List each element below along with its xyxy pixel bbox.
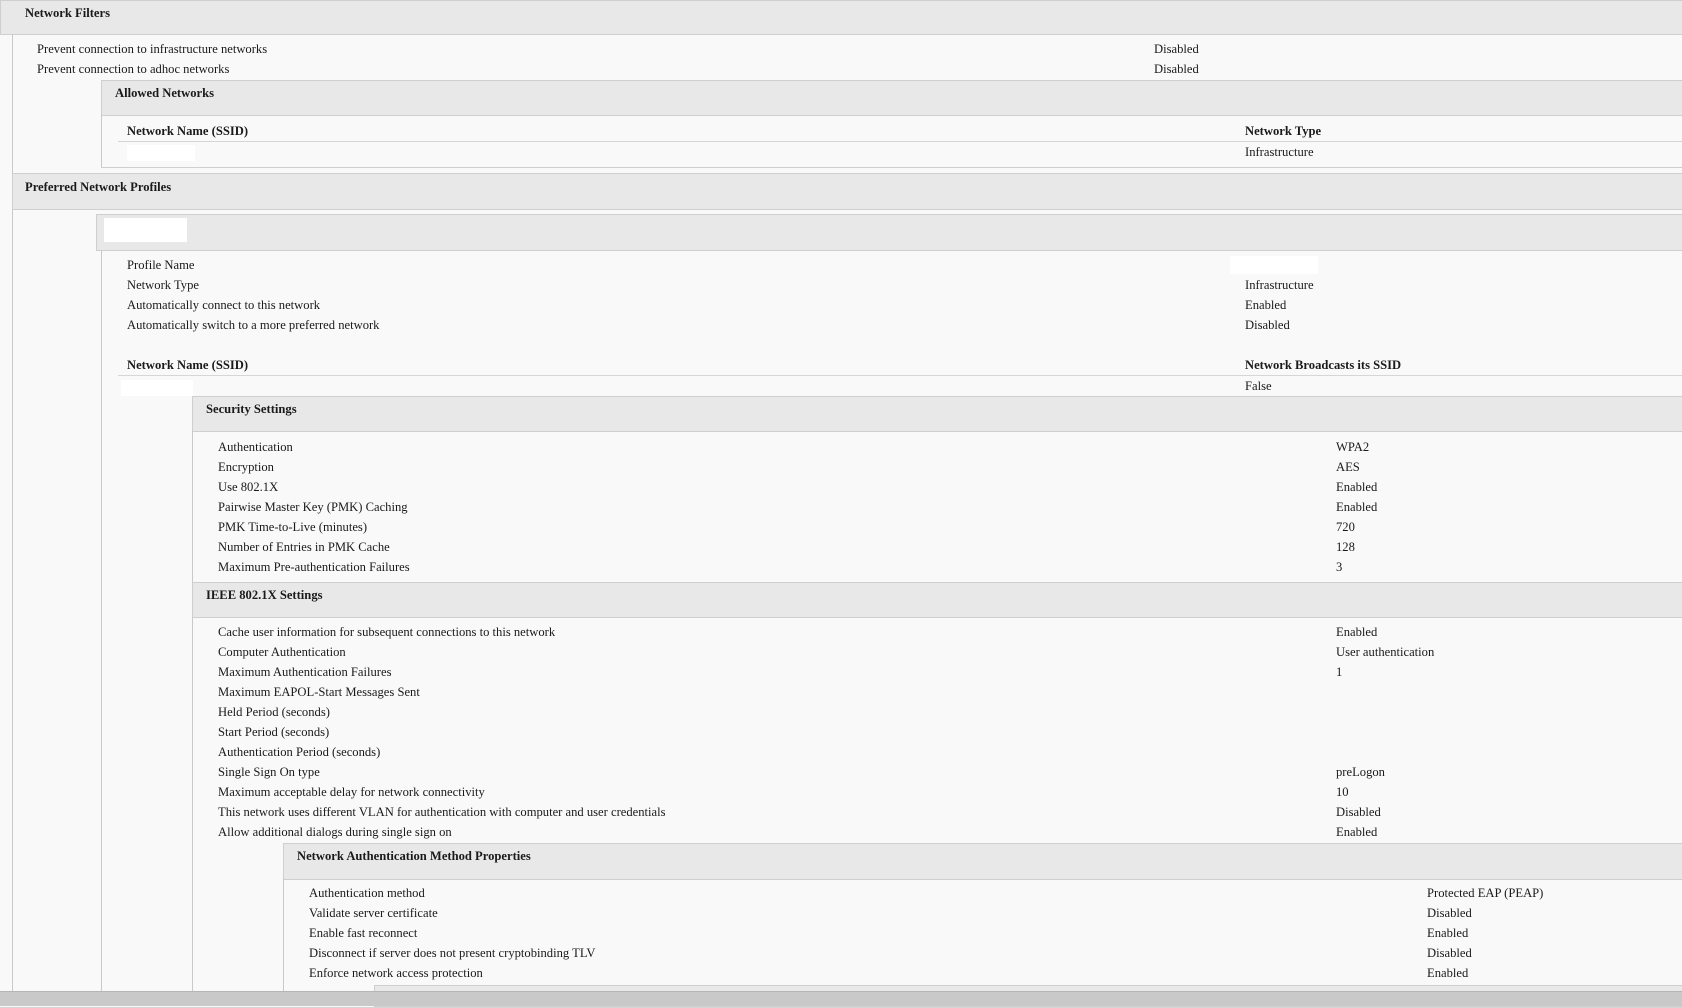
filter-adhoc-value: Disabled (1154, 62, 1199, 76)
security-8021x-value: Enabled (1336, 480, 1378, 494)
profile-name-label: Profile Name (127, 258, 195, 272)
allowed-row-type: Infrastructure (1245, 145, 1314, 159)
preferred-profiles-header[interactable] (12, 173, 1682, 210)
profile-broadcast-value: False (1245, 379, 1272, 393)
auth-method-properties-title: Network Authentication Method Properties (297, 849, 531, 863)
divider (118, 375, 1682, 376)
security-8021x-label: Use 802.1X (218, 480, 279, 494)
profile-auto-connect-label: Automatically connect to this network (127, 298, 321, 312)
security-authentication-value: WPA2 (1336, 440, 1370, 454)
ieee-settings-header[interactable] (192, 582, 1682, 618)
profile-auto-connect-value: Enabled (1245, 298, 1287, 312)
network-filters-header[interactable] (0, 0, 1682, 35)
profile-col-ssid: Network Name (SSID) (127, 358, 249, 372)
security-pmk-entries-value: 128 (1336, 540, 1355, 554)
ieee-additional-dialogs-label: Allow additional dialogs during single s… (218, 825, 452, 839)
ieee-additional-dialogs-value: Enabled (1336, 825, 1378, 839)
redacted-profile-title (104, 218, 187, 242)
ieee-max-delay-value: 10 (1336, 785, 1349, 799)
filter-infrastructure-label: Prevent connection to infrastructure net… (37, 42, 268, 56)
ieee-max-eapol-label: Maximum EAPOL-Start Messages Sent (218, 685, 420, 699)
redacted-ssid (127, 145, 195, 161)
divider (101, 250, 102, 992)
ieee-vlan-value: Disabled (1336, 805, 1381, 819)
divider (101, 114, 102, 168)
allowed-col-ssid: Network Name (SSID) (127, 124, 249, 138)
security-pmk-ttl-label: PMK Time-to-Live (minutes) (218, 520, 368, 534)
security-settings-title: Security Settings (206, 402, 297, 416)
nap-value: Enabled (1427, 966, 1469, 980)
profile-col-broadcast: Network Broadcasts its SSID (1245, 358, 1402, 372)
profile-network-type-label: Network Type (127, 278, 199, 292)
ieee-auth-period-label: Authentication Period (seconds) (218, 745, 381, 759)
ieee-max-auth-failures-label: Maximum Authentication Failures (218, 665, 392, 679)
validate-cert-label: Validate server certificate (309, 906, 438, 920)
divider (101, 167, 1682, 168)
ieee-cache-user-value: Enabled (1336, 625, 1378, 639)
divider (283, 878, 284, 992)
auth-method-value: Protected EAP (PEAP) (1427, 886, 1544, 900)
ieee-vlan-label: This network uses different VLAN for aut… (218, 805, 666, 819)
auth-method-label: Authentication method (309, 886, 425, 900)
profile-auto-switch-label: Automatically switch to a more preferred… (127, 318, 380, 332)
allowed-col-type: Network Type (1245, 124, 1322, 138)
fast-reconnect-value: Enabled (1427, 926, 1469, 940)
security-preauth-failures-value: 3 (1336, 560, 1343, 574)
allowed-networks-header[interactable] (101, 80, 1682, 116)
redacted-profile-name (1230, 256, 1318, 274)
security-preauth-failures-label: Maximum Pre-authentication Failures (218, 560, 410, 574)
ieee-cache-user-label: Cache user information for subsequent co… (218, 625, 556, 639)
preferred-profiles-title: Preferred Network Profiles (25, 180, 172, 194)
ieee-held-period-label: Held Period (seconds) (218, 705, 330, 719)
security-pmk-ttl-value: 720 (1336, 520, 1355, 534)
network-filters-title: Network Filters (25, 6, 110, 20)
ieee-start-period-label: Start Period (seconds) (218, 725, 330, 739)
ieee-computer-auth-label: Computer Authentication (218, 645, 346, 659)
security-pmk-caching-label: Pairwise Master Key (PMK) Caching (218, 500, 408, 514)
cryptobinding-value: Disabled (1427, 946, 1472, 960)
ieee-settings-title: IEEE 802.1X Settings (206, 588, 323, 602)
divider (192, 430, 193, 992)
divider (118, 141, 1682, 142)
profile-auto-switch-value: Disabled (1245, 318, 1290, 332)
filter-adhoc-label: Prevent connection to adhoc networks (37, 62, 230, 76)
ieee-max-delay-label: Maximum acceptable delay for network con… (218, 785, 485, 799)
validate-cert-value: Disabled (1427, 906, 1472, 920)
fast-reconnect-label: Enable fast reconnect (309, 926, 418, 940)
security-authentication-label: Authentication (218, 440, 293, 454)
window-bottom-bar (0, 991, 1682, 1006)
profile-header[interactable] (96, 214, 1682, 251)
allowed-networks-title: Allowed Networks (115, 86, 214, 100)
ieee-sso-type-label: Single Sign On type (218, 765, 320, 779)
security-encryption-label: Encryption (218, 460, 274, 474)
security-pmk-entries-label: Number of Entries in PMK Cache (218, 540, 390, 554)
security-pmk-caching-value: Enabled (1336, 500, 1378, 514)
filter-infrastructure-value: Disabled (1154, 42, 1199, 56)
cryptobinding-label: Disconnect if server does not present cr… (309, 946, 596, 960)
redacted-profile-ssid (121, 380, 193, 396)
nap-label: Enforce network access protection (309, 966, 483, 980)
profile-network-type-value: Infrastructure (1245, 278, 1314, 292)
ieee-max-auth-failures-value: 1 (1336, 665, 1343, 679)
ieee-computer-auth-value: User authentication (1336, 645, 1435, 659)
security-settings-header[interactable] (192, 396, 1682, 432)
security-encryption-value: AES (1336, 460, 1360, 474)
ieee-sso-type-value: preLogon (1336, 765, 1385, 779)
